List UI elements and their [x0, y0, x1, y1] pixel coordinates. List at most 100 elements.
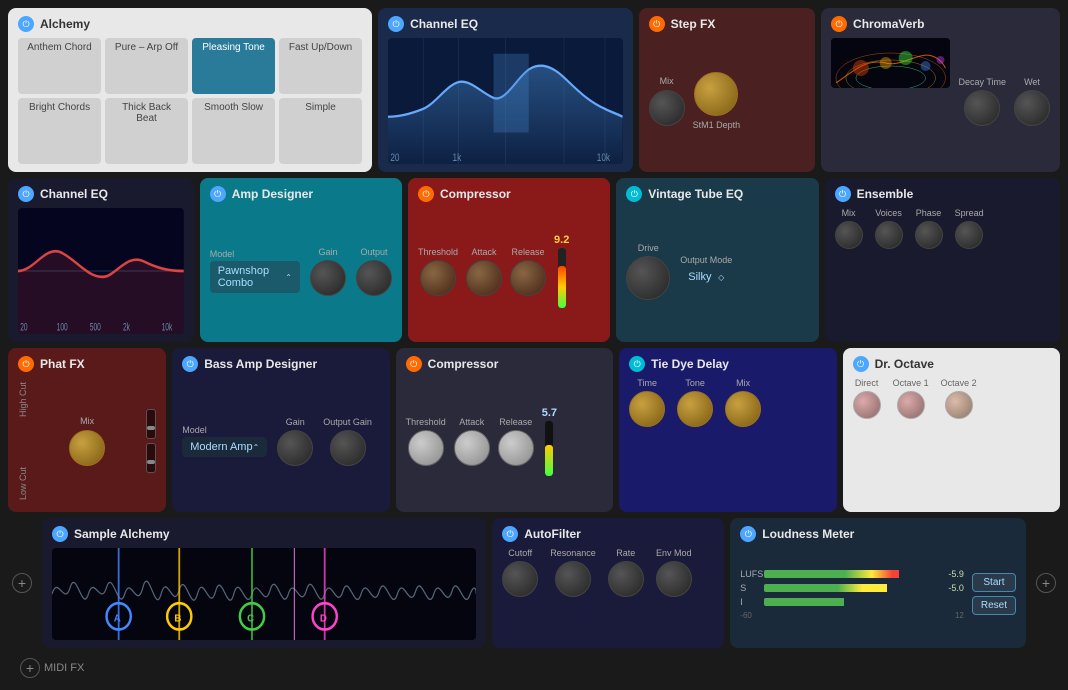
- midi-fx-section: + MIDI FX: [20, 658, 84, 678]
- af-rate-knob[interactable]: [608, 561, 644, 597]
- start-button[interactable]: Start: [972, 573, 1016, 592]
- amp-designer-power[interactable]: ⏻: [210, 186, 226, 202]
- alchemy-title: Alchemy: [40, 17, 90, 31]
- chromaverb-decay-param: Decay Time: [958, 77, 1006, 126]
- comp2-release-knob[interactable]: [498, 430, 534, 466]
- tie-dye-power[interactable]: ⏻: [629, 356, 645, 372]
- chromaverb-decay-label: Decay Time: [958, 77, 1006, 87]
- preset-bright[interactable]: Bright Chords: [18, 98, 101, 165]
- af-envmod-param: Env Mod: [656, 548, 692, 597]
- tube-drive-knob[interactable]: [626, 256, 670, 300]
- chromaverb-wet-knob[interactable]: [1014, 90, 1050, 126]
- phat-fx-power[interactable]: ⏻: [18, 356, 34, 372]
- loudness-power[interactable]: ⏻: [740, 526, 756, 542]
- tie-tone-knob[interactable]: [677, 391, 713, 427]
- comp-attack-knob[interactable]: [466, 260, 502, 296]
- amp-gain-param: Gain: [310, 247, 346, 296]
- bass-model-selector[interactable]: Modern Amp ⌃: [182, 437, 267, 457]
- autofilter-title: AutoFilter: [524, 527, 581, 541]
- amp-designer-title: Amp Designer: [232, 187, 313, 201]
- chromaverb-power[interactable]: ⏻: [831, 16, 847, 32]
- comp2-release-label: Release: [499, 417, 532, 427]
- bass-gain-label: Gain: [286, 417, 305, 427]
- tube-drive-param: Drive: [626, 243, 670, 300]
- channel-eq-top-power[interactable]: ⏻: [388, 16, 404, 32]
- bass-output-knob[interactable]: [330, 430, 366, 466]
- vintage-tube-power[interactable]: ⏻: [626, 186, 642, 202]
- autofilter-power[interactable]: ⏻: [502, 526, 518, 542]
- ensemble-power[interactable]: ⏻: [835, 186, 851, 202]
- phat-highcut-slider[interactable]: [146, 409, 156, 439]
- phat-mix-knob[interactable]: [69, 430, 105, 466]
- ensemble-spread-knob[interactable]: [955, 221, 983, 249]
- comp-threshold-label: Threshold: [418, 247, 458, 257]
- amp-output-knob[interactable]: [356, 260, 392, 296]
- i-label: I: [740, 597, 760, 607]
- comp-threshold-knob[interactable]: [420, 260, 456, 296]
- phat-fx-title: Phat FX: [40, 357, 85, 371]
- svg-text:B: B: [174, 613, 181, 624]
- ensemble-phase-knob[interactable]: [915, 221, 943, 249]
- ensemble-phase-param: Phase: [915, 208, 943, 249]
- step-fx-depth-knob[interactable]: [694, 72, 738, 116]
- compressor-red-power[interactable]: ⏻: [418, 186, 434, 202]
- add-right-button[interactable]: +: [1036, 573, 1056, 593]
- midi-fx-add-button[interactable]: +: [20, 658, 40, 678]
- preset-fast[interactable]: Fast Up/Down: [279, 38, 362, 94]
- svg-text:10k: 10k: [162, 321, 173, 333]
- phat-lowcut-slider[interactable]: [146, 443, 156, 473]
- step-fx-depth-label: StM1 Depth: [693, 120, 741, 130]
- reset-button[interactable]: Reset: [972, 596, 1016, 615]
- step-fx-header: ⏻ Step FX: [649, 16, 805, 32]
- dr-oct1-knob[interactable]: [897, 391, 925, 419]
- dr-octave-power[interactable]: ⏻: [853, 356, 869, 372]
- dr-direct-knob[interactable]: [853, 391, 881, 419]
- ensemble-spread-label: Spread: [955, 208, 984, 218]
- preset-smooth[interactable]: Smooth Slow: [192, 98, 275, 165]
- chromaverb-decay-knob[interactable]: [964, 90, 1000, 126]
- comp2-attack-knob[interactable]: [454, 430, 490, 466]
- sample-alchemy-power[interactable]: ⏻: [52, 526, 68, 542]
- sample-alchemy-waveform[interactable]: A B C D: [52, 548, 476, 640]
- bass-amp-power[interactable]: ⏻: [182, 356, 198, 372]
- tie-tone-label: Tone: [685, 378, 705, 388]
- preset-anthem[interactable]: Anthem Chord: [18, 38, 101, 94]
- comp2-attack-param: Attack: [454, 417, 490, 466]
- dr-oct2-knob[interactable]: [945, 391, 973, 419]
- tube-mode-selector[interactable]: Silky ◇: [680, 267, 732, 287]
- comp-release-knob[interactable]: [510, 260, 546, 296]
- step-fx-mix-knob[interactable]: [649, 90, 685, 126]
- channel-eq-display[interactable]: 20 100 500 2k 10k: [18, 208, 184, 334]
- add-left-button[interactable]: +: [12, 573, 32, 593]
- tie-time-knob[interactable]: [629, 391, 665, 427]
- preset-pure[interactable]: Pure – Arp Off: [105, 38, 188, 94]
- amp-model-selector[interactable]: Pawnshop Combo ⌃: [210, 261, 300, 293]
- channel-eq-power[interactable]: ⏻: [18, 186, 34, 202]
- row-2: ⏻ Channel EQ 20 100 500 2k 10k: [8, 178, 1060, 342]
- ensemble-voices-knob[interactable]: [875, 221, 903, 249]
- preset-simple[interactable]: Simple: [279, 98, 362, 165]
- comp2-threshold-label: Threshold: [406, 417, 446, 427]
- chromaverb-title: ChromaVerb: [853, 17, 924, 31]
- comp-release-label: Release: [512, 247, 545, 257]
- channel-eq-top-display[interactable]: 20 1k 10k: [388, 38, 623, 164]
- af-resonance-knob[interactable]: [555, 561, 591, 597]
- preset-pleasing[interactable]: Pleasing Tone: [192, 38, 275, 94]
- af-envmod-knob[interactable]: [656, 561, 692, 597]
- bass-amp-header: ⏻ Bass Amp Designer: [182, 356, 379, 372]
- step-fx-mix-label: Mix: [660, 76, 674, 86]
- ensemble-mix-knob[interactable]: [835, 221, 863, 249]
- channel-eq-top-header: ⏻ Channel EQ: [388, 16, 623, 32]
- compressor-dark-power[interactable]: ⏻: [406, 356, 422, 372]
- alchemy-power[interactable]: ⏻: [18, 16, 34, 32]
- tie-mix-knob[interactable]: [725, 391, 761, 427]
- chromaverb-header: ⏻ ChromaVerb: [831, 16, 1050, 32]
- af-cutoff-knob[interactable]: [502, 561, 538, 597]
- range-max: 12: [955, 611, 964, 620]
- comp2-threshold-knob[interactable]: [408, 430, 444, 466]
- preset-thick[interactable]: Thick Back Beat: [105, 98, 188, 165]
- step-fx-power[interactable]: ⏻: [649, 16, 665, 32]
- af-cutoff-param: Cutoff: [502, 548, 538, 597]
- bass-gain-knob[interactable]: [277, 430, 313, 466]
- amp-gain-knob[interactable]: [310, 260, 346, 296]
